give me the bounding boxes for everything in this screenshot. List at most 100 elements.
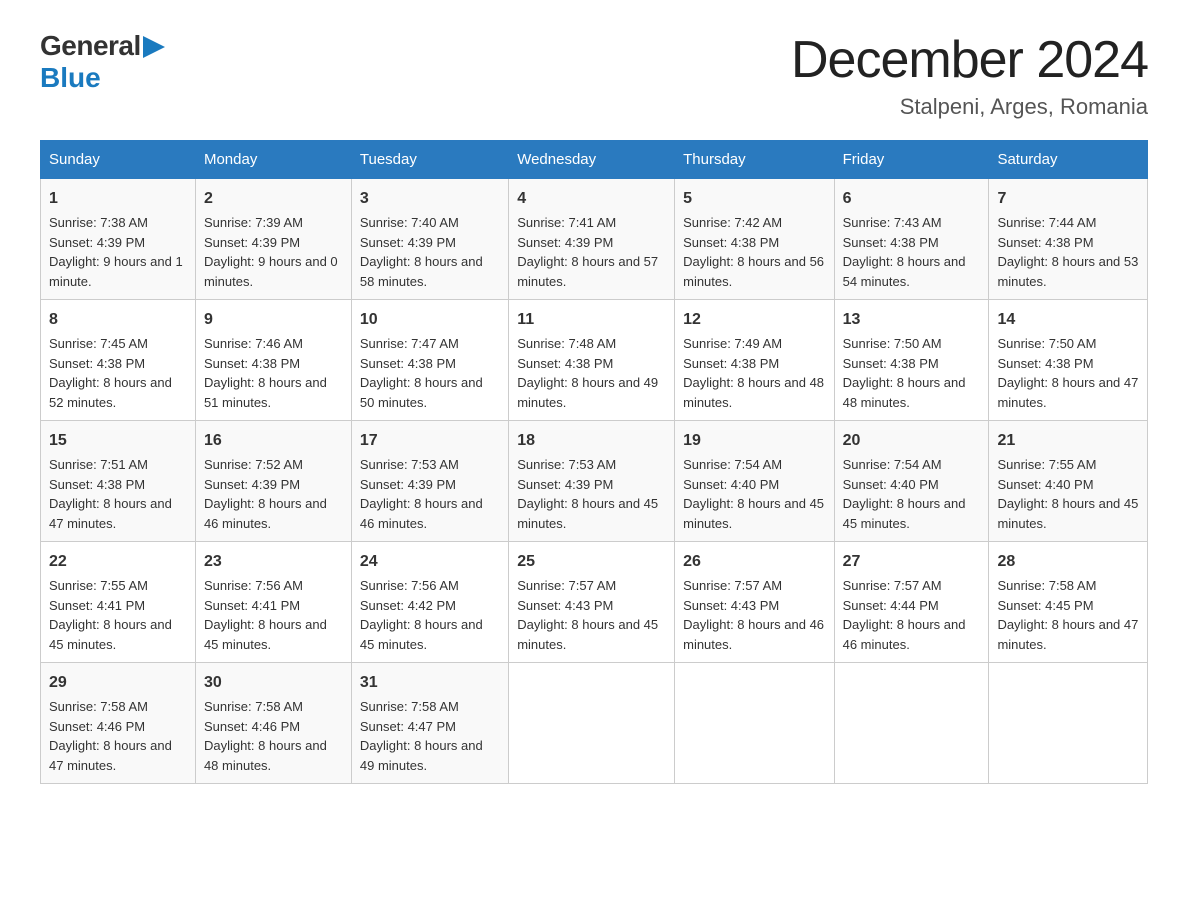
- col-thursday: Thursday: [675, 141, 835, 179]
- cell-info-line: Daylight: 9 hours and 1 minute.: [49, 252, 187, 291]
- cell-info-line: Daylight: 8 hours and 45 minutes.: [517, 615, 666, 654]
- cell-info-line: Sunset: 4:46 PM: [49, 717, 187, 737]
- cell-info-line: Sunrise: 7:57 AM: [517, 576, 666, 596]
- cell-info-line: Daylight: 8 hours and 52 minutes.: [49, 373, 187, 412]
- day-number: 3: [360, 187, 500, 211]
- day-number: 5: [683, 187, 826, 211]
- cell-info-line: Sunset: 4:39 PM: [360, 233, 500, 253]
- day-number: 21: [997, 429, 1139, 453]
- cell-info-line: Sunset: 4:38 PM: [360, 354, 500, 374]
- cell-info-line: Sunset: 4:43 PM: [517, 596, 666, 616]
- title-block: December 2024 Stalpeni, Arges, Romania: [791, 30, 1148, 120]
- calendar-cell: 26Sunrise: 7:57 AMSunset: 4:43 PMDayligh…: [675, 542, 835, 663]
- day-number: 23: [204, 550, 343, 574]
- cell-info-line: Sunrise: 7:39 AM: [204, 213, 343, 233]
- col-saturday: Saturday: [989, 141, 1148, 179]
- cell-info-line: Sunrise: 7:43 AM: [843, 213, 981, 233]
- header-row: Sunday Monday Tuesday Wednesday Thursday…: [41, 141, 1148, 179]
- cell-info-line: Sunset: 4:40 PM: [683, 475, 826, 495]
- col-monday: Monday: [195, 141, 351, 179]
- cell-info-line: Daylight: 8 hours and 45 minutes.: [997, 494, 1139, 533]
- cell-info-line: Daylight: 8 hours and 49 minutes.: [517, 373, 666, 412]
- location-title: Stalpeni, Arges, Romania: [791, 94, 1148, 120]
- day-number: 29: [49, 671, 187, 695]
- calendar-cell: [834, 663, 989, 784]
- logo-blue-text: Blue: [40, 62, 101, 93]
- cell-info-line: Daylight: 8 hours and 49 minutes.: [360, 736, 500, 775]
- cell-info-line: Sunrise: 7:55 AM: [49, 576, 187, 596]
- cell-info-line: Daylight: 8 hours and 58 minutes.: [360, 252, 500, 291]
- day-number: 10: [360, 308, 500, 332]
- cell-info-line: Sunrise: 7:46 AM: [204, 334, 343, 354]
- cell-info-line: Daylight: 8 hours and 57 minutes.: [517, 252, 666, 291]
- cell-info-line: Sunset: 4:40 PM: [843, 475, 981, 495]
- cell-info-line: Sunrise: 7:57 AM: [683, 576, 826, 596]
- cell-info-line: Sunrise: 7:52 AM: [204, 455, 343, 475]
- day-number: 4: [517, 187, 666, 211]
- day-number: 12: [683, 308, 826, 332]
- day-number: 26: [683, 550, 826, 574]
- cell-info-line: Sunset: 4:38 PM: [204, 354, 343, 374]
- cell-info-line: Sunrise: 7:42 AM: [683, 213, 826, 233]
- calendar-cell: [675, 663, 835, 784]
- cell-info-line: Daylight: 8 hours and 45 minutes.: [204, 615, 343, 654]
- cell-info-line: Sunrise: 7:40 AM: [360, 213, 500, 233]
- cell-info-line: Sunset: 4:38 PM: [49, 354, 187, 374]
- logo: General Blue: [40, 30, 165, 94]
- day-number: 30: [204, 671, 343, 695]
- col-sunday: Sunday: [41, 141, 196, 179]
- cell-info-line: Sunrise: 7:47 AM: [360, 334, 500, 354]
- cell-info-line: Daylight: 8 hours and 50 minutes.: [360, 373, 500, 412]
- cell-info-line: Sunset: 4:38 PM: [517, 354, 666, 374]
- cell-info-line: Sunset: 4:38 PM: [997, 233, 1139, 253]
- cell-info-line: Daylight: 8 hours and 45 minutes.: [843, 494, 981, 533]
- col-tuesday: Tuesday: [351, 141, 508, 179]
- day-number: 31: [360, 671, 500, 695]
- calendar-week-row: 1Sunrise: 7:38 AMSunset: 4:39 PMDaylight…: [41, 179, 1148, 300]
- cell-info-line: Sunset: 4:41 PM: [49, 596, 187, 616]
- calendar-cell: 29Sunrise: 7:58 AMSunset: 4:46 PMDayligh…: [41, 663, 196, 784]
- cell-info-line: Sunset: 4:46 PM: [204, 717, 343, 737]
- cell-info-line: Sunrise: 7:53 AM: [360, 455, 500, 475]
- day-number: 22: [49, 550, 187, 574]
- cell-info-line: Daylight: 8 hours and 53 minutes.: [997, 252, 1139, 291]
- calendar-cell: 28Sunrise: 7:58 AMSunset: 4:45 PMDayligh…: [989, 542, 1148, 663]
- cell-info-line: Daylight: 8 hours and 47 minutes.: [997, 615, 1139, 654]
- calendar-cell: 5Sunrise: 7:42 AMSunset: 4:38 PMDaylight…: [675, 179, 835, 300]
- day-number: 6: [843, 187, 981, 211]
- cell-info-line: Sunrise: 7:58 AM: [997, 576, 1139, 596]
- day-number: 7: [997, 187, 1139, 211]
- cell-info-line: Sunrise: 7:51 AM: [49, 455, 187, 475]
- col-wednesday: Wednesday: [509, 141, 675, 179]
- calendar-cell: 31Sunrise: 7:58 AMSunset: 4:47 PMDayligh…: [351, 663, 508, 784]
- calendar-cell: 11Sunrise: 7:48 AMSunset: 4:38 PMDayligh…: [509, 300, 675, 421]
- calendar-cell: 2Sunrise: 7:39 AMSunset: 4:39 PMDaylight…: [195, 179, 351, 300]
- cell-info-line: Sunset: 4:38 PM: [997, 354, 1139, 374]
- cell-info-line: Sunset: 4:38 PM: [843, 354, 981, 374]
- cell-info-line: Sunrise: 7:55 AM: [997, 455, 1139, 475]
- cell-info-line: Sunrise: 7:58 AM: [360, 697, 500, 717]
- cell-info-line: Sunset: 4:43 PM: [683, 596, 826, 616]
- day-number: 27: [843, 550, 981, 574]
- calendar-cell: 3Sunrise: 7:40 AMSunset: 4:39 PMDaylight…: [351, 179, 508, 300]
- cell-info-line: Daylight: 8 hours and 46 minutes.: [204, 494, 343, 533]
- cell-info-line: Daylight: 8 hours and 51 minutes.: [204, 373, 343, 412]
- calendar-cell: 30Sunrise: 7:58 AMSunset: 4:46 PMDayligh…: [195, 663, 351, 784]
- day-number: 13: [843, 308, 981, 332]
- calendar-week-row: 15Sunrise: 7:51 AMSunset: 4:38 PM Dayligh…: [41, 421, 1148, 542]
- calendar-cell: 25Sunrise: 7:57 AMSunset: 4:43 PMDayligh…: [509, 542, 675, 663]
- day-number: 17: [360, 429, 500, 453]
- day-number: 15: [49, 429, 187, 453]
- day-number: 25: [517, 550, 666, 574]
- cell-info-line: Sunrise: 7:49 AM: [683, 334, 826, 354]
- day-number: 11: [517, 308, 666, 332]
- cell-info-line: Daylight: 8 hours and 56 minutes.: [683, 252, 826, 291]
- logo-general-text: General: [40, 30, 141, 62]
- cell-info-line: Sunset: 4:39 PM: [204, 233, 343, 253]
- cell-info-line: Sunset: 4:38 PM: [49, 475, 187, 495]
- cell-info-line: Daylight: 8 hours and 47 minutes.: [49, 736, 187, 775]
- cell-info-line: Daylight: 8 hours and 45 minutes.: [683, 494, 826, 533]
- cell-info-line: Daylight: 8 hours and 46 minutes.: [843, 615, 981, 654]
- cell-info-line: Sunrise: 7:58 AM: [49, 697, 187, 717]
- calendar-cell: 4Sunrise: 7:41 AMSunset: 4:39 PMDaylight…: [509, 179, 675, 300]
